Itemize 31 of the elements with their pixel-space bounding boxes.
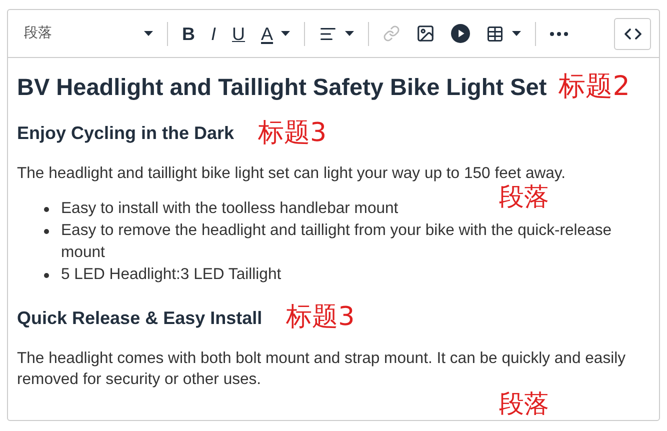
image-icon xyxy=(416,24,436,43)
subheading: Quick Release & Easy Install xyxy=(17,306,262,329)
italic-button[interactable]: I xyxy=(203,18,224,50)
annotation-label: 段落 xyxy=(499,183,549,211)
heading: BV Headlight and Taillight Safety Bike Light Set xyxy=(17,72,547,101)
caret-icon xyxy=(281,31,290,36)
bullet-icon xyxy=(44,207,49,212)
annotation-label: 段落 xyxy=(499,390,549,418)
bold-button[interactable]: B xyxy=(174,18,203,50)
subheading: Enjoy Cycling in the Dark xyxy=(17,122,234,144)
link-icon xyxy=(383,25,400,42)
annotation-label: 标题3 xyxy=(258,118,327,148)
format-dropdown[interactable]: 段落 xyxy=(16,18,161,50)
annotation-label: 标题3 xyxy=(286,303,355,332)
annotation-label: 标题2 xyxy=(558,72,630,102)
more-icon xyxy=(550,32,568,36)
code-view-button[interactable] xyxy=(614,18,651,50)
underline-button[interactable]: U xyxy=(224,18,254,50)
list-item: Easy to install with the toolless handlebar mount xyxy=(61,200,398,218)
table-icon xyxy=(486,24,504,42)
caret-icon xyxy=(144,31,153,36)
caret-icon xyxy=(512,31,522,36)
list-item: 5 LED Headlight:3 LED Taillight xyxy=(61,266,282,284)
paragraph: The headlight and taillight bike light set can light your way up to 150 feet away. xyxy=(17,164,567,184)
bullet-icon xyxy=(44,229,49,234)
bullet-icon xyxy=(44,273,49,278)
caret-icon xyxy=(345,31,354,36)
paragraph: The headlight comes with both bolt mount and strap mount. It can be quickly and easily removed for security or other uses. xyxy=(17,348,627,390)
list-item: Easy to remove the headlight and taillight from your bike with the quick-release mount xyxy=(61,222,612,262)
play-icon xyxy=(451,24,470,43)
text-color-button[interactable]: A xyxy=(253,18,298,50)
